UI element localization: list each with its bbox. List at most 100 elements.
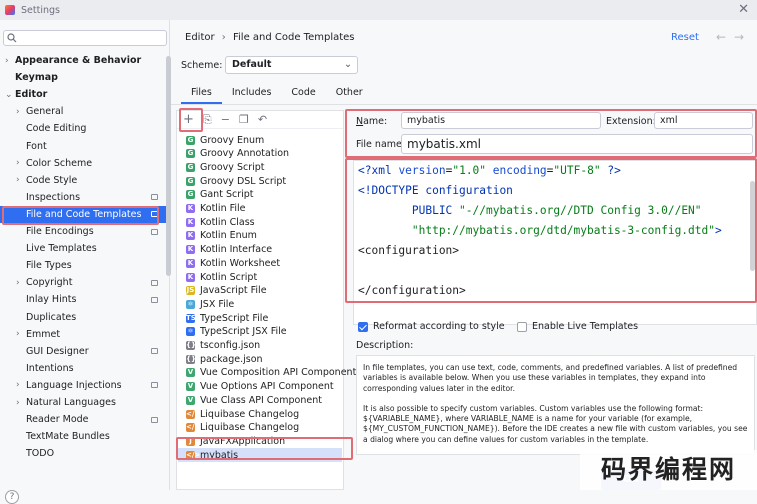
sidebar-item-general[interactable]: › General xyxy=(0,103,166,120)
template-list-item[interactable]: G Groovy Enum xyxy=(186,133,264,147)
reformat-label: Reformat according to style xyxy=(373,321,505,332)
extension-field[interactable]: xml xyxy=(654,112,753,129)
name-field[interactable]: mybatis xyxy=(401,112,601,129)
reformat-checkbox[interactable]: Reformat according to style xyxy=(358,321,505,332)
chevron-right-icon[interactable]: › xyxy=(16,329,26,339)
sidebar-item-reader-mode[interactable]: Reader Mode xyxy=(0,411,166,428)
template-list-item-label: Gant Script xyxy=(200,189,254,201)
template-list-item[interactable]: ⚛ TypeScript JSX File xyxy=(186,325,287,339)
sidebar-item-color-scheme[interactable]: › Color Scheme xyxy=(0,155,166,172)
forward-arrow-icon[interactable]: → xyxy=(734,30,744,44)
template-list-item[interactable]: V Vue Options API Component xyxy=(186,380,334,394)
sidebar-item-gui-designer[interactable]: GUI Designer xyxy=(0,343,166,360)
scheme-select[interactable]: Default ⌄ xyxy=(225,56,358,74)
template-list-item[interactable]: G Groovy Script xyxy=(186,160,265,174)
template-list-item-label: mybatis xyxy=(200,449,239,461)
tab-other[interactable]: Other xyxy=(326,86,373,104)
project-scope-icon xyxy=(151,194,158,201)
file-type-icon: K xyxy=(186,245,195,255)
sidebar-item-duplicates[interactable]: Duplicates xyxy=(0,309,166,326)
tab-divider xyxy=(171,104,757,105)
editor-scrollbar[interactable] xyxy=(750,181,755,271)
chevron-right-icon[interactable]: › xyxy=(16,158,26,168)
live-templates-checkbox[interactable]: Enable Live Templates xyxy=(517,321,638,332)
breadcrumb-current: File and Code Templates xyxy=(232,32,355,43)
sidebar-item-inspections[interactable]: Inspections xyxy=(0,189,166,206)
reset-link[interactable]: Reset xyxy=(671,32,699,43)
template-list-item[interactable]: K Kotlin Enum xyxy=(186,229,257,243)
close-icon[interactable]: ✕ xyxy=(738,2,749,17)
sidebar-item-file-and-code-templates[interactable]: File and Code Templates xyxy=(0,205,166,223)
template-list-item-label: Kotlin File xyxy=(200,203,246,214)
file-type-icon: G xyxy=(186,135,195,145)
chevron-right-icon[interactable]: › xyxy=(16,380,26,390)
sidebar-item-editor[interactable]: ⌄ Editor xyxy=(0,86,166,103)
copy-icon[interactable]: ❐ xyxy=(239,113,249,126)
template-list-item[interactable]: K Kotlin Interface xyxy=(186,243,272,257)
template-list-item[interactable]: K Kotlin Worksheet xyxy=(186,256,280,270)
code-line-4: "http://mybatis.org/dtd/mybatis-3-config… xyxy=(358,224,722,237)
tab-files[interactable]: Files xyxy=(181,86,222,104)
template-list-item[interactable]: </> Liquibase Changelog xyxy=(186,421,299,435)
file-name-field[interactable]: mybatis.xml xyxy=(401,134,753,154)
file-type-icon: K xyxy=(186,204,195,213)
sidebar-item-code-style[interactable]: › Code Style xyxy=(0,172,166,189)
template-list-item[interactable]: K Kotlin File xyxy=(186,202,246,216)
template-list-item[interactable]: K Kotlin Class xyxy=(186,215,255,229)
sidebar-item-intentions[interactable]: Intentions xyxy=(0,360,166,377)
sidebar-item-copyright[interactable]: › Copyright xyxy=(0,274,166,291)
main-panel: Editor › File and Code Templates Reset ←… xyxy=(171,20,757,490)
template-list-item[interactable]: JS JavaScript File xyxy=(186,284,267,298)
template-list-item[interactable]: G Groovy Annotation xyxy=(186,147,289,161)
chevron-right-icon[interactable]: › xyxy=(16,175,26,185)
sidebar-item-todo[interactable]: TODO xyxy=(0,445,166,462)
sidebar-item-appearance-behavior[interactable]: › Appearance & Behavior xyxy=(0,52,166,69)
scheme-value: Default xyxy=(232,59,272,70)
template-list-item[interactable]: G Groovy DSL Script xyxy=(186,174,286,188)
template-list-pane: + ⎘ − ❐ ↶ G Groovy Enum G Groovy Annotation… xyxy=(176,110,356,490)
tab-code[interactable]: Code xyxy=(281,86,325,104)
template-list-item[interactable]: </> mybatis xyxy=(178,448,342,463)
template-list-item-label: JavaFXApplication xyxy=(200,435,286,447)
template-list-item[interactable]: G Gant Script xyxy=(186,188,254,202)
template-list-item[interactable]: {} tsconfig.json xyxy=(186,339,260,353)
search-input[interactable] xyxy=(3,30,167,46)
chevron-right-icon[interactable]: › xyxy=(16,278,26,288)
sidebar-item-font[interactable]: Font xyxy=(0,138,166,155)
sidebar-item-code-editing[interactable]: Code Editing xyxy=(0,120,166,137)
sidebar-item-language-injections[interactable]: › Language Injections xyxy=(0,377,166,394)
description-paragraph-1: In file templates, you can use text, cod… xyxy=(363,363,738,393)
create-child-icon[interactable]: ⎘ xyxy=(203,113,212,127)
template-list-item[interactable]: ⚛ JSX File xyxy=(186,297,234,311)
sidebar-item-label: TODO xyxy=(26,448,55,460)
sidebar-item-keymap[interactable]: Keymap xyxy=(0,69,166,86)
sidebar-item-live-templates[interactable]: Live Templates xyxy=(0,240,166,257)
sidebar-item-natural-languages[interactable]: › Natural Languages xyxy=(0,394,166,411)
add-icon[interactable]: + xyxy=(183,112,194,127)
template-list-item[interactable]: TS TypeScript File xyxy=(186,311,268,325)
template-list-item[interactable]: V Vue Composition API Component xyxy=(186,366,356,380)
sidebar-item-file-types[interactable]: File Types xyxy=(0,257,166,274)
sidebar-item-file-encodings[interactable]: File Encodings xyxy=(0,223,166,240)
tab-includes[interactable]: Includes xyxy=(222,86,282,104)
project-scope-icon xyxy=(151,416,158,423)
chevron-right-icon[interactable]: › xyxy=(16,398,26,408)
template-list-item[interactable]: {} package.json xyxy=(186,352,263,366)
sidebar-item-emmet[interactable]: › Emmet xyxy=(0,326,166,343)
chevron-right-icon[interactable]: › xyxy=(16,107,26,117)
help-icon[interactable]: ? xyxy=(5,490,19,504)
reset-template-icon[interactable]: ↶ xyxy=(258,113,267,126)
file-type-icon: {} xyxy=(186,354,196,364)
remove-icon[interactable]: − xyxy=(221,113,230,126)
chevron-right-icon[interactable]: › xyxy=(5,56,15,66)
template-list-item[interactable]: V Vue Class API Component xyxy=(186,393,322,407)
template-list-item[interactable]: J JavaFXApplication xyxy=(186,434,285,448)
template-code-editor[interactable]: <?xml version="1.0" encoding="UTF-8" ?> … xyxy=(353,160,757,325)
template-list-item[interactable]: K Kotlin Script xyxy=(186,270,257,284)
template-list-item[interactable]: </> Liquibase Changelog xyxy=(186,407,299,421)
chevron-down-icon[interactable]: ⌄ xyxy=(5,90,15,100)
template-list-item-label: Liquibase Changelog xyxy=(200,422,300,434)
sidebar-item-textmate-bundles[interactable]: TextMate Bundles xyxy=(0,428,166,445)
sidebar-item-inlay-hints[interactable]: Inlay Hints xyxy=(0,291,166,308)
back-arrow-icon[interactable]: ← xyxy=(716,30,726,44)
